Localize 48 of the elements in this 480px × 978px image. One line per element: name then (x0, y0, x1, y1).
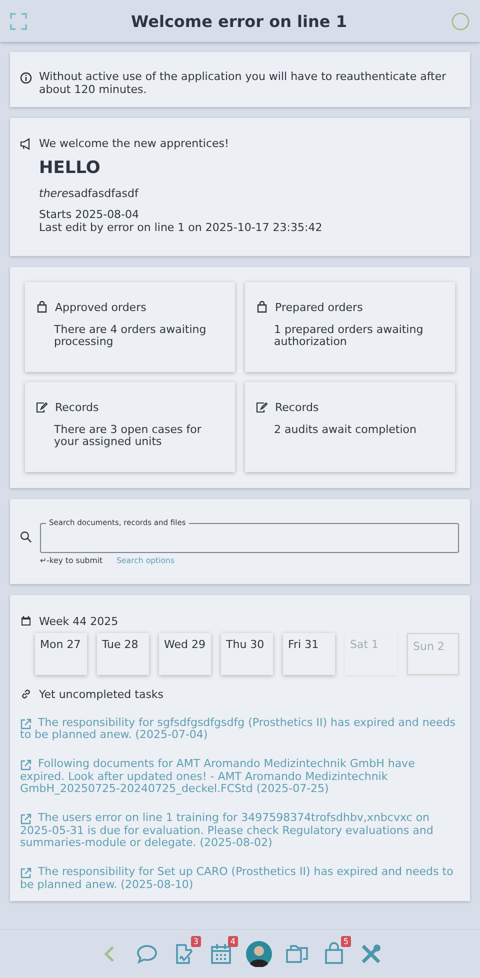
fullscreen-icon[interactable] (10, 12, 27, 30)
summary-tile[interactable]: Records 2 audits await completion (245, 382, 455, 472)
count-badge: 5 (341, 936, 350, 947)
external-link-icon (20, 759, 32, 772)
start-date: Starts 2025-08-04 (39, 209, 140, 222)
user-avatar[interactable] (246, 941, 272, 967)
tasks-title: Yet uncompleted tasks (39, 688, 164, 701)
info-icon (20, 72, 32, 84)
link-icon (20, 688, 32, 700)
external-link-icon (20, 812, 32, 825)
summary-tile[interactable]: Records There are 3 open cases for your assigned units (25, 382, 235, 472)
day-tile[interactable]: Thu 30 (221, 632, 273, 675)
page-title: Welcome error on line 1 (131, 12, 347, 30)
search-icon (20, 530, 32, 543)
tile-title: Records (275, 400, 319, 414)
count-badge: 4 (228, 936, 238, 947)
count-badge: 3 (191, 936, 200, 947)
external-link-icon (20, 718, 32, 730)
chat-icon[interactable] (134, 942, 158, 966)
folders-icon[interactable] (284, 942, 308, 966)
notice-text: Without active use of the application you will have to reauthenticate after about 120 minutes. (39, 71, 448, 96)
tile-text: There are 3 open cases for your assigned units (53, 424, 202, 448)
megaphone-icon (20, 138, 32, 150)
tile-text: There are 4 orders awaiting processing (53, 324, 208, 348)
announcement-title: We welcome the new apprentices! (39, 137, 229, 150)
bag-icon (256, 301, 268, 314)
calendar-icon (20, 615, 32, 628)
edit-document-icon (256, 401, 268, 414)
tile-text: 2 audits await completion (273, 424, 418, 436)
announcement-body: theresadfasdfasdf (39, 188, 140, 200)
day-tile[interactable]: Tue 28 (97, 632, 149, 675)
summary-tile[interactable]: Approved orders There are 4 orders awaiting processing (25, 282, 235, 372)
status-circle-icon (451, 12, 470, 30)
summary-tile[interactable]: Prepared orders 1 prepared orders awaiting authorization (245, 282, 455, 372)
day-tile[interactable]: Mon 27 (35, 632, 87, 675)
day-tile[interactable]: Wed 29 (159, 632, 211, 675)
tile-title: Approved orders (55, 300, 146, 314)
bag-icon (36, 301, 48, 314)
tile-text: 1 prepared orders awaiting authorization (273, 324, 424, 348)
tile-title: Prepared orders (275, 300, 363, 314)
last-edit-text: Last edit by error on line 1 on 2025-10-17 23:35:42 (39, 222, 324, 235)
tile-title: Records (55, 400, 99, 414)
day-tile[interactable]: Fri 31 (283, 632, 335, 675)
edit-document-icon (36, 401, 48, 414)
announcement-heading: HELLO (39, 159, 102, 179)
external-link-icon (20, 866, 32, 879)
calendar-icon[interactable] (208, 942, 232, 966)
week-title: Week 44 2025 (39, 614, 118, 628)
